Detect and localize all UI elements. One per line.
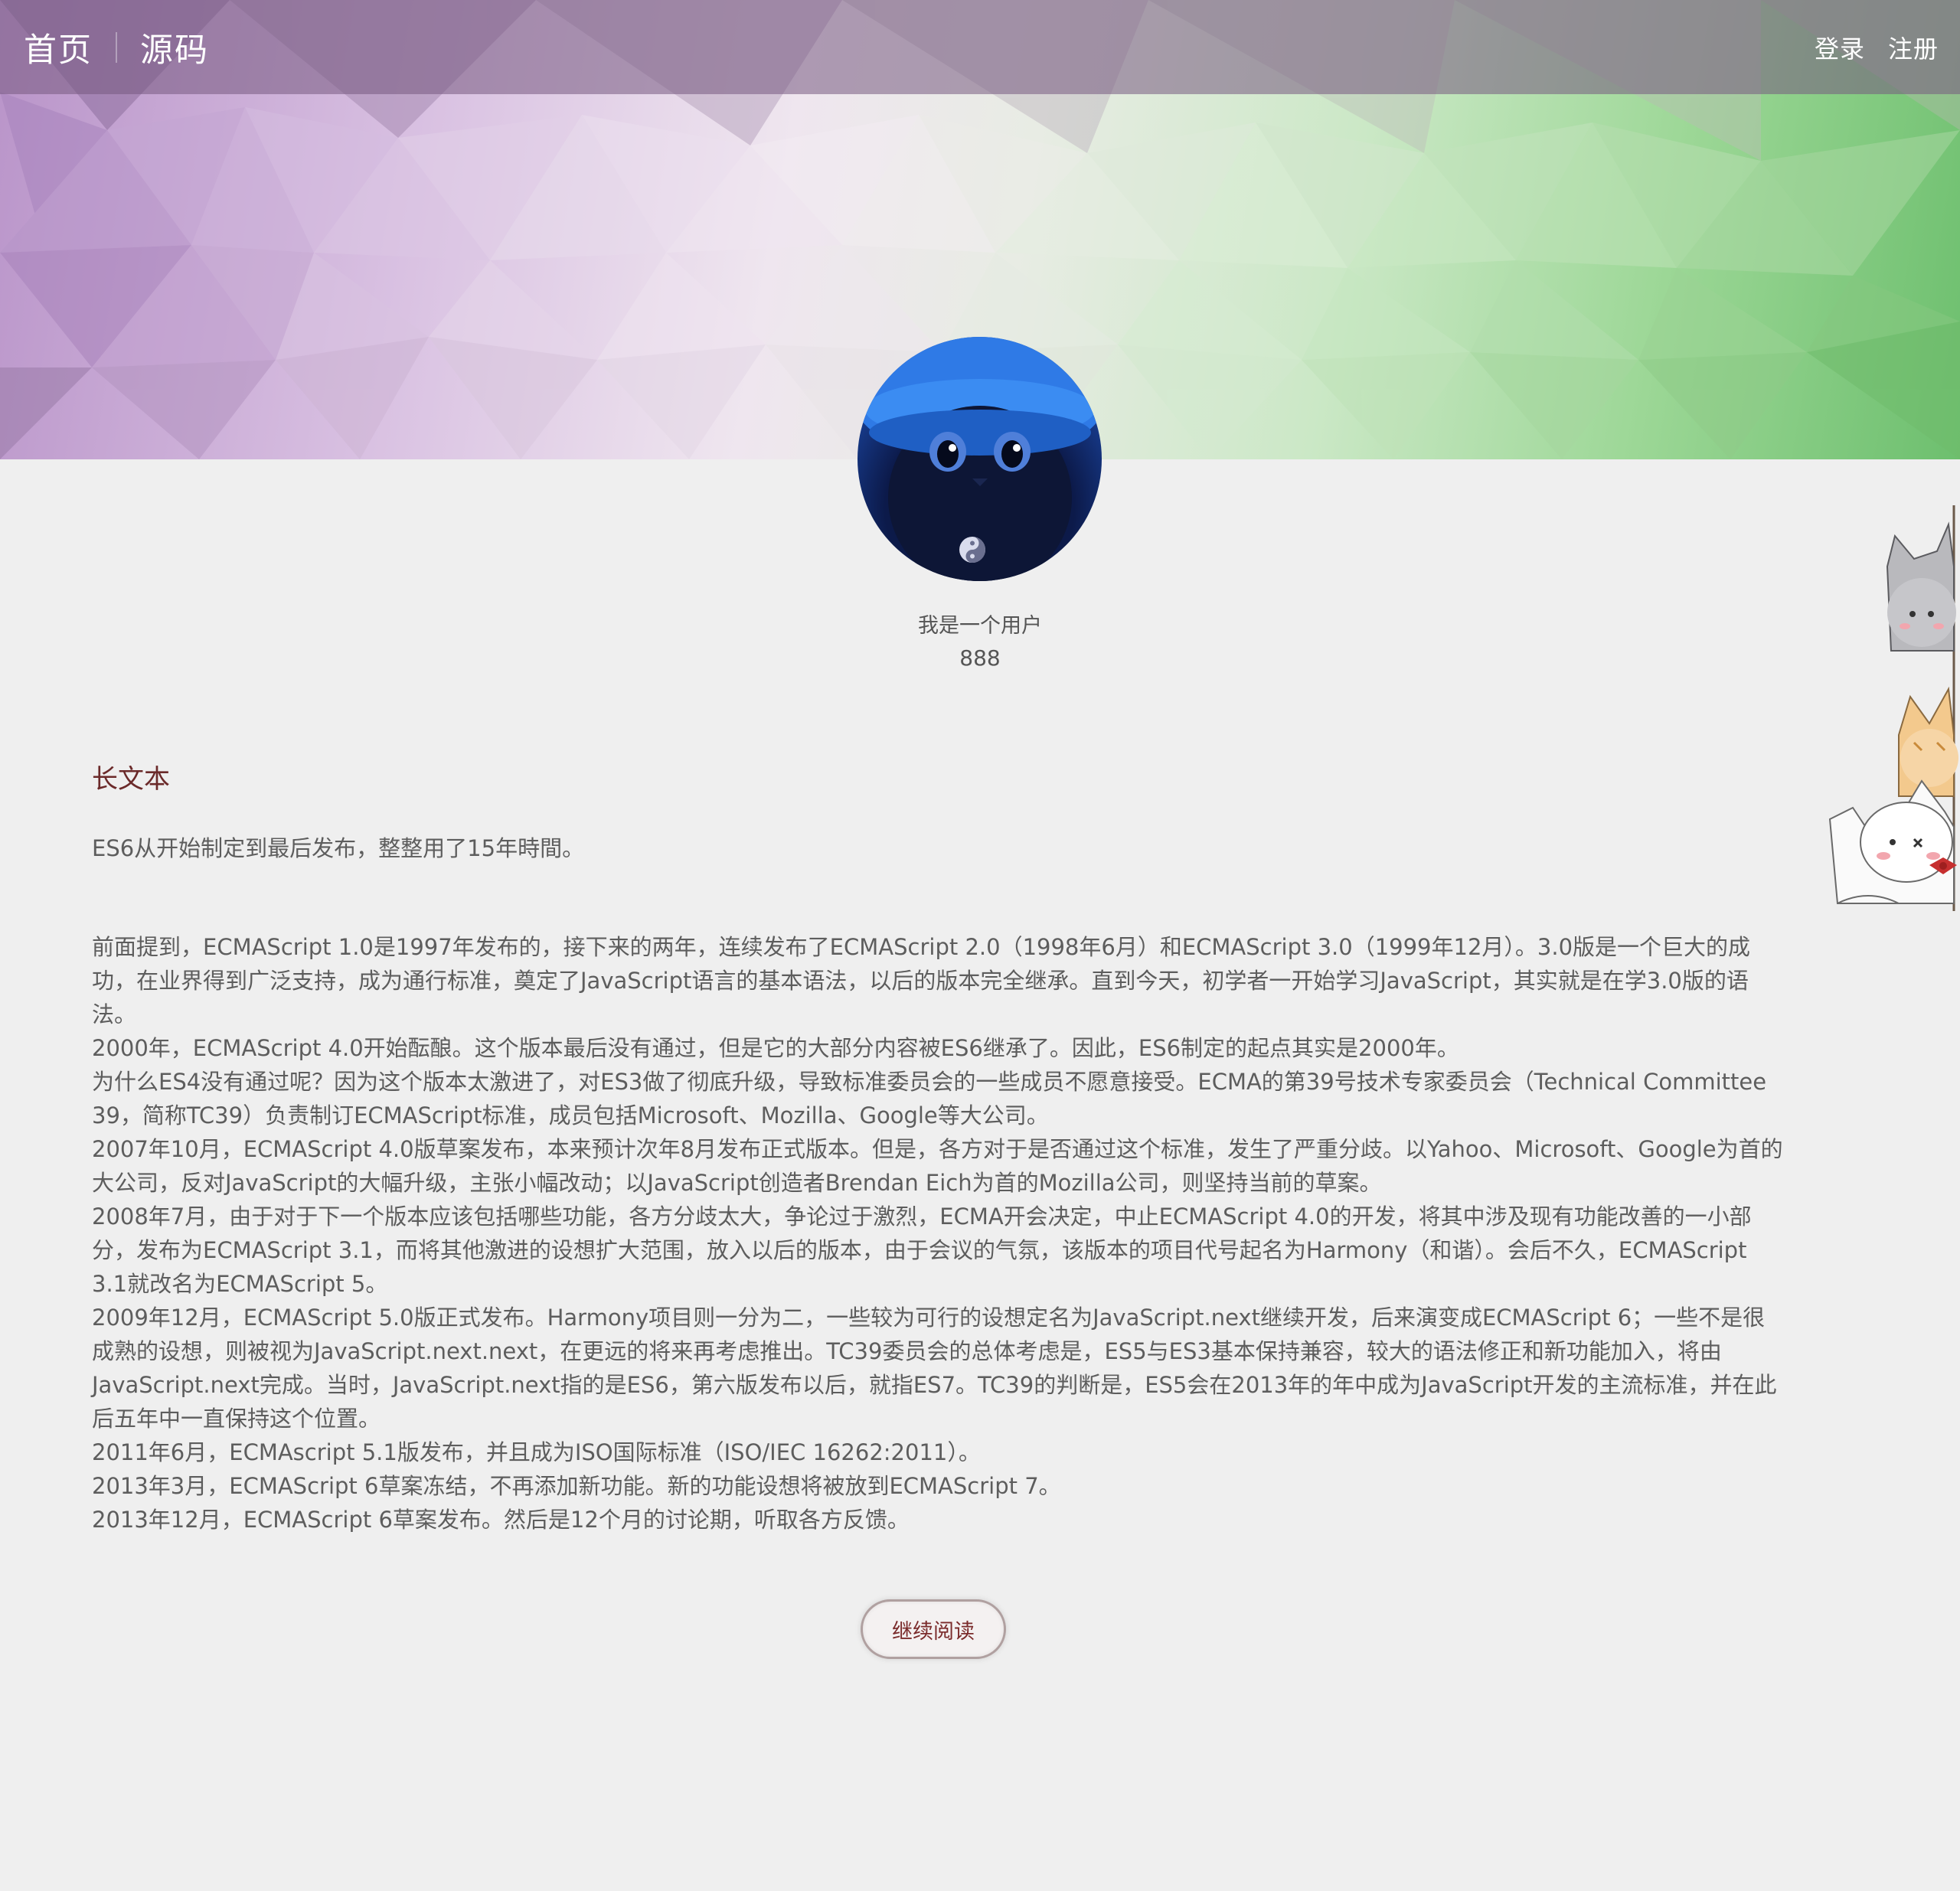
article-paragraph: 为什么ES4没有通过呢？因为这个版本太激进了，对ES3做了彻底升级，导致标准委员… (92, 1069, 1767, 1128)
nav-source-link[interactable]: 源码 (140, 24, 209, 71)
read-more-button[interactable]: 继续阅读 (861, 1599, 1006, 1659)
article-paragraph: 前面提到，ECMAScript 1.0是1997年发布的，接下来的两年，连续发布… (92, 934, 1751, 1027)
article-paragraph: 2011年6月，ECMAscript 5.1版发布，并且成为ISO国际标准（IS… (92, 1439, 981, 1465)
article-summary: ES6从开始制定到最后发布，整整用了15年時間。 (92, 835, 585, 861)
article-paragraph: 2008年7月，由于对于下一个版本应该包括哪些功能，各方分歧太大，争论过于激烈，… (92, 1204, 1752, 1297)
article-paragraph: 2013年12月，ECMAScript 6草案发布。然后是12个月的讨论期，听取… (92, 1507, 910, 1533)
user-name: 我是一个用户 (918, 614, 1042, 638)
article-paragraph: 2013年3月，ECMAScript 6草案冻结，不再添加新功能。新的功能设想将… (92, 1473, 1061, 1499)
cats-decoration (1822, 505, 1960, 911)
article-title[interactable]: 长文本 (92, 758, 170, 795)
article-body: 前面提到，ECMAScript 1.0是1997年发布的，接下来的两年，连续发布… (92, 930, 1784, 1537)
nav-register-link[interactable]: 注册 (1888, 30, 1939, 65)
nav-home-link[interactable]: 首页 (24, 24, 93, 71)
article-paragraph: 2007年10月，ECMAScript 4.0版草案发布，本来预计次年8月发布正… (92, 1136, 1783, 1196)
top-navigation-bar: 首页 源码 登录 注册 (0, 0, 1960, 94)
nav-login-link[interactable]: 登录 (1815, 30, 1865, 65)
cat-avatar-icon (858, 337, 1102, 581)
user-avatar[interactable] (858, 337, 1102, 581)
stacked-cats-icon (1828, 505, 1958, 911)
nav-divider (116, 31, 117, 63)
article-paragraph: 2009年12月，ECMAScript 5.0版正式发布。Harmony项目则一… (92, 1305, 1777, 1432)
user-count: 888 (959, 645, 1001, 671)
article-paragraph: 2000年，ECMAScript 4.0开始酝酿。这个版本最后没有通过，但是它的… (92, 1035, 1459, 1061)
